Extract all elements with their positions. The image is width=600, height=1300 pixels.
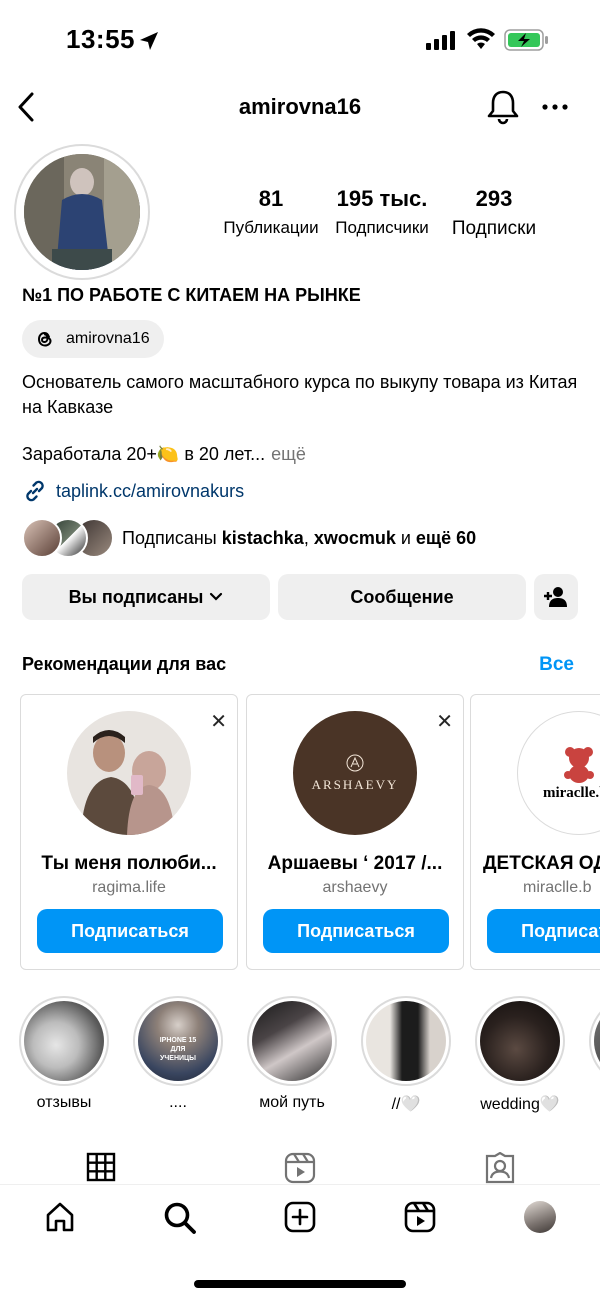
avatar[interactable] bbox=[24, 154, 140, 270]
create-post-icon[interactable] bbox=[284, 1201, 316, 1233]
bottom-navigation bbox=[0, 1184, 600, 1254]
recommendation-handle: arshaevy bbox=[322, 879, 388, 896]
followers-label: Подписчики bbox=[335, 218, 429, 237]
recommendations-header: Рекомендации для вас Все bbox=[22, 654, 578, 680]
posts-label: Публикации bbox=[223, 218, 319, 237]
bio-text: Основатель самого масштабного курса по в… bbox=[22, 372, 578, 417]
recommendation-name: Ты меня полюби... bbox=[41, 853, 217, 874]
recommendation-avatar[interactable] bbox=[67, 711, 191, 835]
dismiss-icon[interactable]: ✕ bbox=[436, 709, 453, 734]
following-count: 293 bbox=[475, 186, 513, 211]
profile-header: amirovna16 bbox=[0, 80, 600, 136]
recommendation-avatar[interactable]: ARSHAEVY bbox=[293, 711, 417, 835]
recommendation-card[interactable]: ✕ Ты меня полюби... ragima.life Подписат… bbox=[20, 694, 238, 970]
teddy-bear-icon bbox=[564, 746, 594, 783]
status-bar: 13:55 bbox=[0, 0, 600, 80]
dismiss-icon[interactable]: ✕ bbox=[210, 709, 227, 734]
highlight-item[interactable]: //🤍 bbox=[356, 996, 456, 1114]
arshaevy-logo-text: ARSHAEVY bbox=[311, 777, 399, 792]
stat-posts[interactable]: 81 Публикации bbox=[218, 186, 324, 238]
home-indicator bbox=[194, 1280, 406, 1288]
recommendation-name: ДЕТСКАЯ ОД bbox=[483, 853, 600, 874]
threads-icon bbox=[37, 331, 52, 347]
story-highlights[interactable]: отзывы IPHONE 15 ДЛЯ УЧЕНИЦЫ .... мой пу… bbox=[14, 996, 600, 1116]
stat-following[interactable]: 293 Подписки bbox=[444, 186, 544, 240]
threads-badge[interactable]: amirovna16 bbox=[22, 320, 164, 358]
reels-tab-icon[interactable] bbox=[284, 1152, 316, 1184]
bio-more-link[interactable]: ещё bbox=[271, 444, 306, 465]
bell-icon[interactable] bbox=[486, 88, 520, 126]
battery-charging-icon bbox=[504, 29, 548, 51]
mutual-avatar bbox=[22, 518, 62, 558]
profile-nav-avatar[interactable] bbox=[524, 1201, 556, 1233]
highlight-item[interactable]: мой путь bbox=[242, 996, 342, 1112]
highlight-label: мой путь bbox=[259, 1094, 325, 1111]
bio-earned: Заработала 20+🍋 в 20 лет... bbox=[22, 444, 266, 464]
status-time: 13:55 bbox=[66, 24, 135, 54]
highlight-cover bbox=[594, 1001, 600, 1081]
profile-actions: Вы подписаны Сообщение bbox=[22, 574, 578, 620]
recommendation-handle: ragima.life bbox=[92, 879, 166, 896]
mutual-avatars bbox=[22, 518, 114, 558]
suggest-users-button[interactable] bbox=[534, 574, 578, 620]
bio-second-line: Заработала 20+🍋 в 20 лет... ещё bbox=[22, 444, 306, 465]
wifi-icon bbox=[467, 28, 495, 49]
link-icon bbox=[26, 480, 44, 502]
highlight-item[interactable]: wedding🤍 bbox=[470, 996, 570, 1114]
profile-link[interactable]: taplink.cc/amirovnakurs bbox=[22, 478, 244, 504]
follow-button[interactable]: Подписаться bbox=[263, 909, 449, 953]
home-icon[interactable] bbox=[44, 1201, 76, 1233]
recommendation-handle: miraclle.b bbox=[523, 879, 592, 896]
recommendation-carousel[interactable]: ✕ Ты меня полюби... ragima.life Подписат… bbox=[20, 694, 600, 970]
highlight-item[interactable] bbox=[584, 996, 600, 1086]
grid-icon[interactable] bbox=[86, 1152, 116, 1182]
threads-handle: amirovna16 bbox=[66, 330, 150, 347]
location-arrow-icon bbox=[140, 32, 158, 50]
avatar-photo bbox=[24, 154, 140, 270]
highlight-overlay-text: IPHONE 15 ДЛЯ УЧЕНИЦЫ bbox=[159, 1037, 197, 1062]
reels-icon[interactable] bbox=[404, 1201, 436, 1233]
mutual-followers[interactable]: Подписаны kistachka, xwocmuk и ещё 60 bbox=[22, 518, 476, 558]
following-label: Подписки bbox=[451, 218, 537, 239]
profile-tabs bbox=[0, 1148, 600, 1188]
following-button[interactable]: Вы подписаны bbox=[22, 574, 270, 620]
highlight-label: отзывы bbox=[36, 1094, 92, 1111]
posts-count: 81 bbox=[258, 186, 284, 211]
search-icon[interactable] bbox=[163, 1201, 197, 1235]
follow-button[interactable]: Подписаться bbox=[37, 909, 223, 953]
link-url[interactable]: taplink.cc/amirovnakurs bbox=[56, 481, 244, 502]
following-label: Вы подписаны bbox=[68, 586, 204, 607]
highlight-cover bbox=[366, 1001, 446, 1081]
followers-count: 195 тыс. bbox=[336, 186, 428, 211]
more-options-icon[interactable] bbox=[540, 90, 570, 124]
add-user-icon bbox=[544, 587, 567, 607]
highlight-cover bbox=[480, 1001, 560, 1081]
recommendation-card[interactable]: miraclle.ba ДЕТСКАЯ ОД miraclle.b Подпис… bbox=[470, 694, 600, 970]
stat-followers[interactable]: 195 тыс. Подписчики bbox=[330, 186, 434, 238]
tagged-icon[interactable] bbox=[484, 1152, 516, 1184]
highlight-cover bbox=[252, 1001, 332, 1081]
mutual-text: Подписаны kistachka, xwocmuk и ещё 60 bbox=[122, 527, 477, 548]
highlight-item[interactable]: отзывы bbox=[14, 996, 114, 1112]
chevron-down-icon bbox=[210, 592, 223, 601]
highlight-label: //🤍 bbox=[391, 1096, 421, 1113]
highlight-label: .... bbox=[169, 1094, 187, 1111]
see-all-link[interactable]: Все bbox=[539, 654, 574, 676]
follow-button[interactable]: Подписаться bbox=[487, 909, 600, 953]
highlight-item[interactable]: IPHONE 15 ДЛЯ УЧЕНИЦЫ .... bbox=[128, 996, 228, 1112]
message-button[interactable]: Сообщение bbox=[278, 574, 526, 620]
display-name: №1 ПО РАБОТЕ С КИТАЕМ НА РЫНКЕ bbox=[22, 285, 361, 305]
highlight-cover bbox=[24, 1001, 104, 1081]
arshaevy-logo-icon bbox=[346, 754, 364, 772]
cellular-signal-icon bbox=[426, 31, 455, 50]
highlight-cover: IPHONE 15 ДЛЯ УЧЕНИЦЫ bbox=[138, 1001, 218, 1081]
recommendation-avatar[interactable]: miraclle.ba bbox=[517, 711, 600, 835]
recommendation-card[interactable]: ✕ ARSHAEVY Аршаевы ‘ 2017 /... arshaevy … bbox=[246, 694, 464, 970]
miraclle-logo-text: miraclle.ba bbox=[542, 784, 600, 801]
recommendations-title: Рекомендации для вас bbox=[22, 654, 227, 674]
recommendation-name: Аршаевы ‘ 2017 /... bbox=[267, 853, 443, 874]
highlight-label: wedding🤍 bbox=[480, 1096, 560, 1113]
